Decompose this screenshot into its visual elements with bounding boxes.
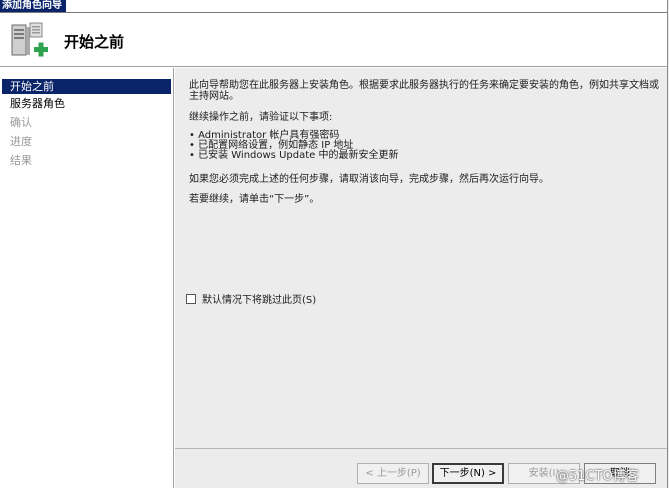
page-title: 开始之前 <box>64 33 125 51</box>
previous-button[interactable]: < 上一步(P) <box>357 463 429 484</box>
window-title: 添加角色向导 <box>0 0 66 12</box>
content-panel: 此向导帮助您在此服务器上安装角色。根据要求此服务器执行的任务来确定要安装的角色，… <box>175 68 667 448</box>
skip-page-checkbox[interactable] <box>186 293 196 304</box>
sidebar-item-progress: 进度 <box>10 135 32 148</box>
sidebar-item-results: 结果 <box>10 154 32 167</box>
title-bar: 添加角色向导 <box>0 0 669 13</box>
sidebar-item-server-roles[interactable]: 服务器角色 <box>0 94 173 113</box>
sidebar-item-confirmation: 确认 <box>10 116 32 129</box>
server-roles-add-icon <box>11 22 48 57</box>
wizard-steps-sidebar: 开始之前 服务器角色 确认 进度 结果 <box>0 68 174 488</box>
verify-heading: 继续操作之前，请验证以下事项: <box>189 112 333 123</box>
watermark-text: @51CTO博客 <box>556 469 639 484</box>
sidebar-item-before-you-begin[interactable]: 开始之前 <box>2 79 171 94</box>
check-list: Administrator 帐户具有强密码 已配置网络设置，例如静态 IP 地址… <box>189 131 398 161</box>
intro-text: 此向导帮助您在此服务器上安装角色。根据要求此服务器执行的任务来确定要安装的角色，… <box>189 80 659 102</box>
next-button[interactable]: 下一步(N) > <box>432 463 504 484</box>
skip-page-label[interactable]: 默认情况下将跳过此页(S) <box>202 291 316 306</box>
continue-note: 若要继续，请单击“下一步”。 <box>189 194 320 205</box>
wizard-header: 开始之前 <box>0 13 667 67</box>
list-item: 已安装 Windows Update 中的最新安全更新 <box>189 151 398 161</box>
skip-page-option: 默认情况下将跳过此页(S) <box>186 291 316 306</box>
cancel-note: 如果您必须完成上述的任何步骤，请取消该向导，完成步骤，然后再次运行向导。 <box>189 174 549 185</box>
